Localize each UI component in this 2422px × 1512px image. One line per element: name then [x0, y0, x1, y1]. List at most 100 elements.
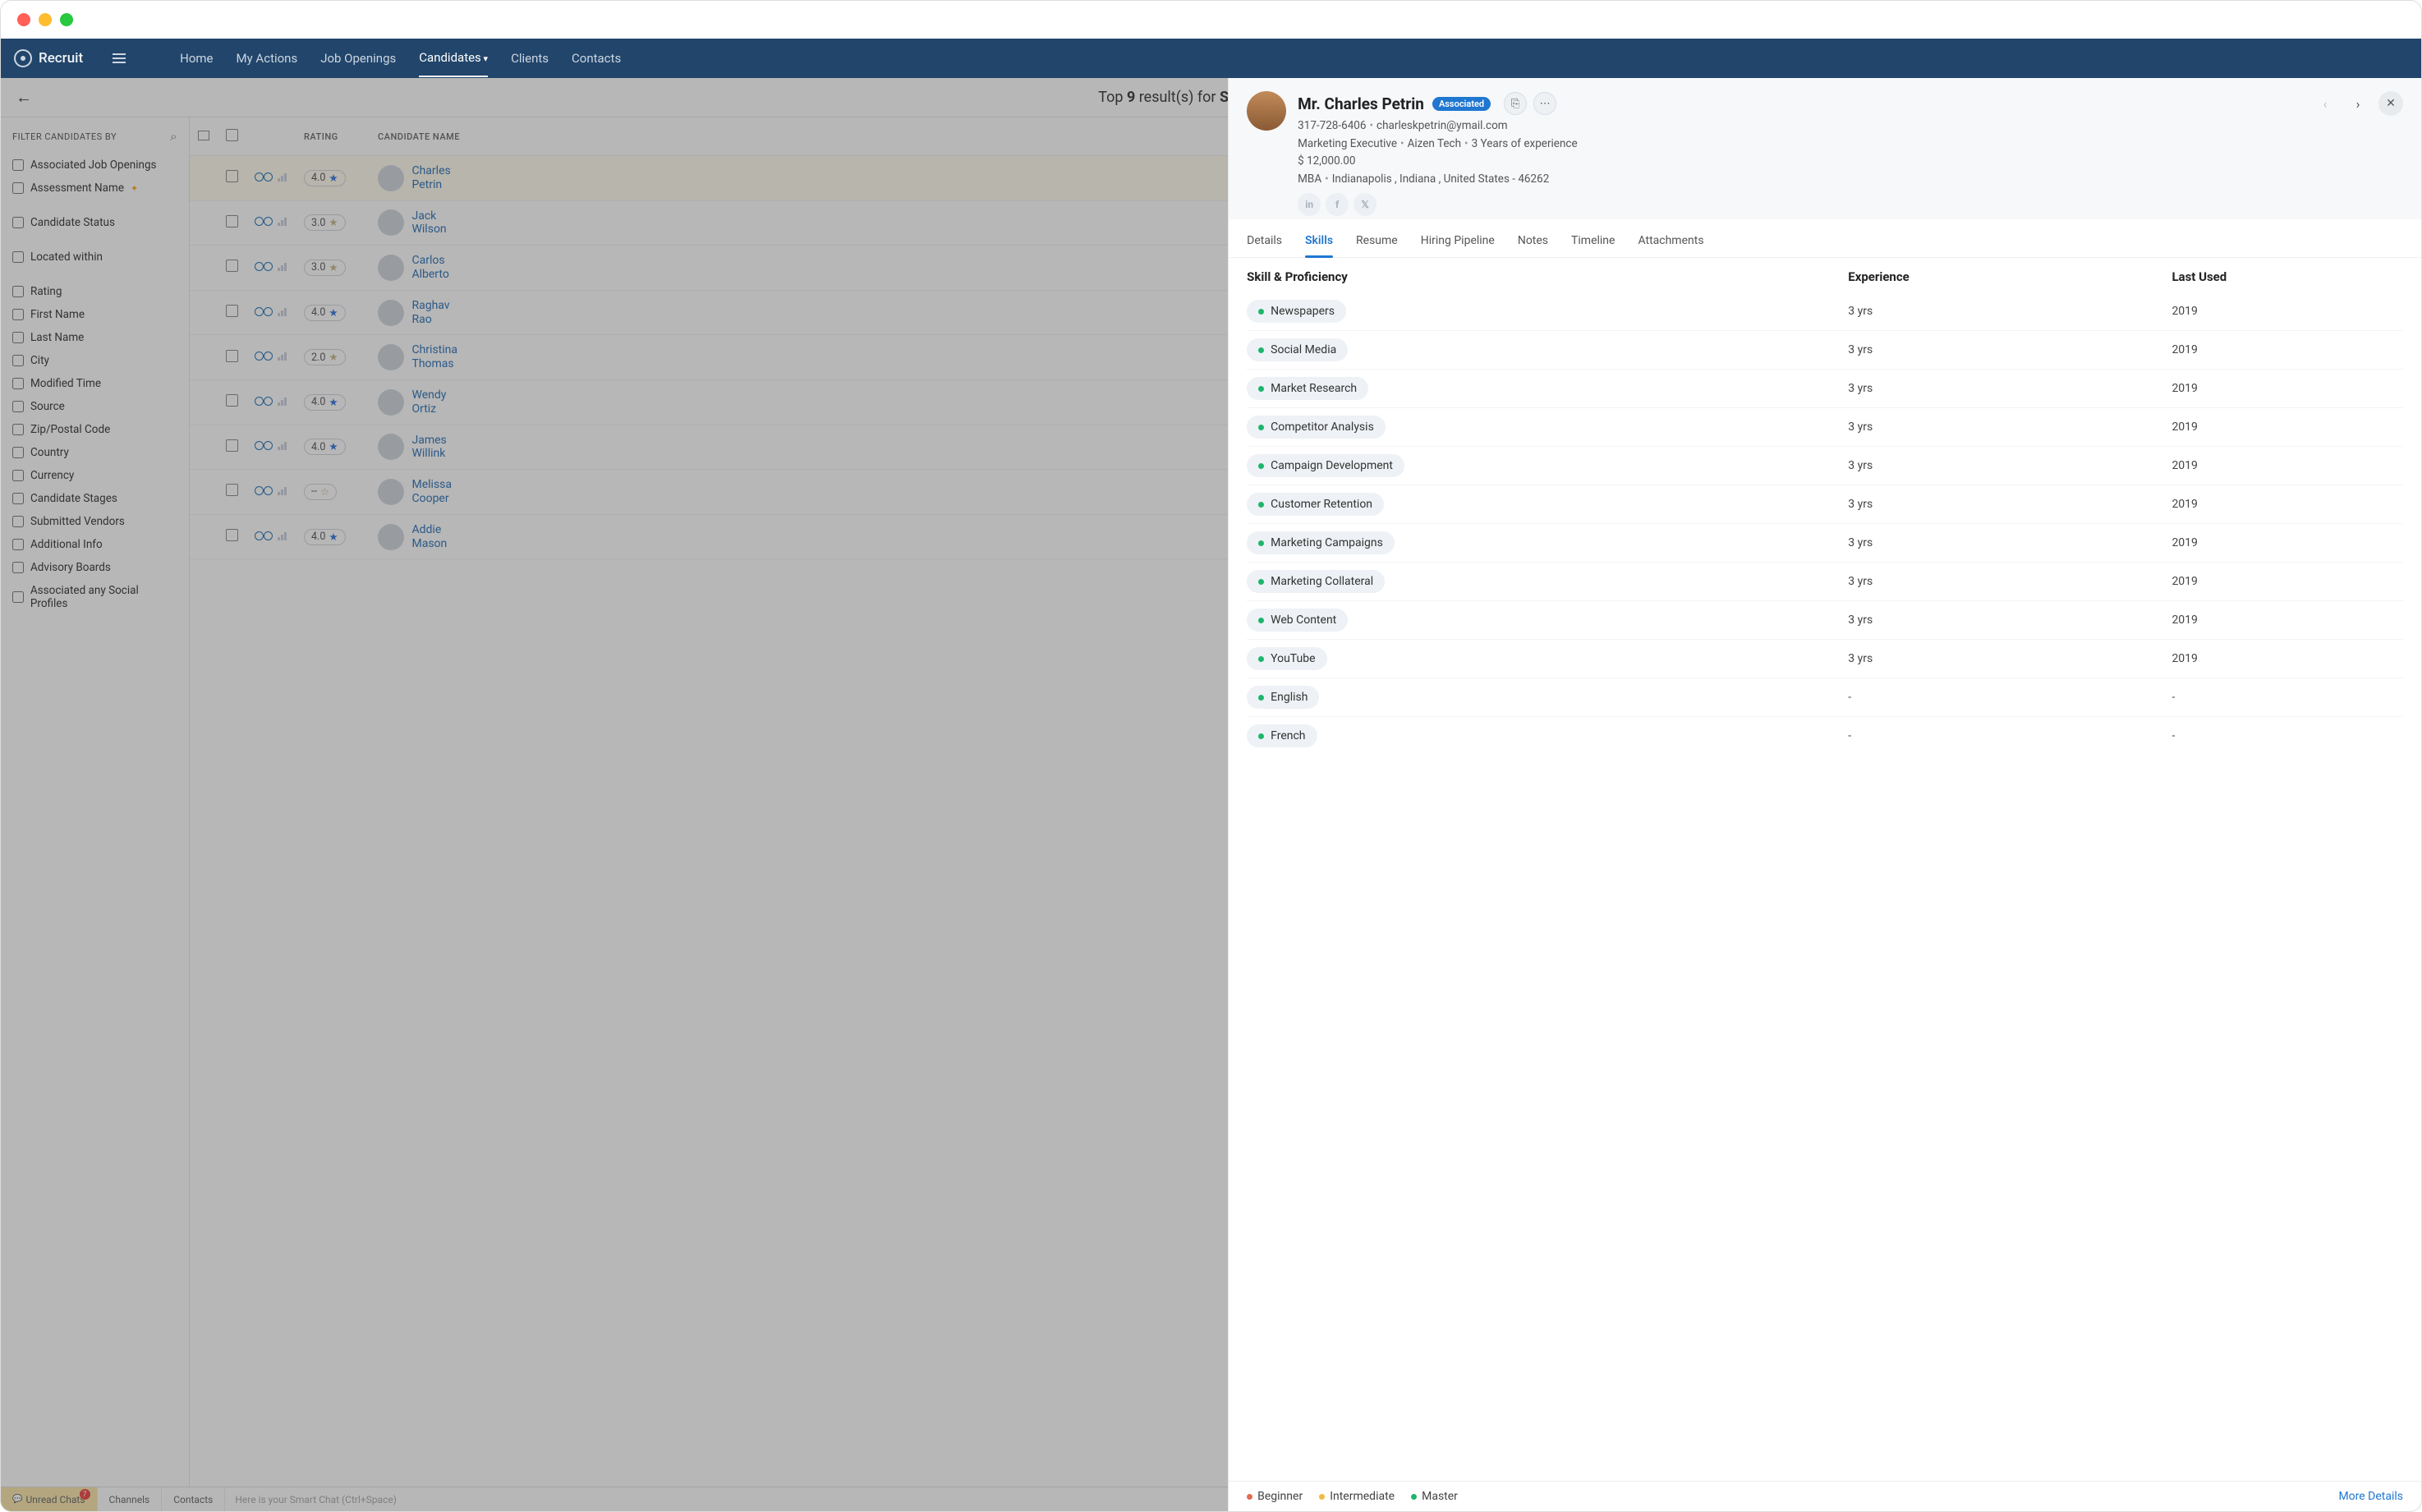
tab-resume[interactable]: Resume: [1356, 227, 1398, 257]
filter-checkbox[interactable]: [12, 286, 24, 297]
tab-notes[interactable]: Notes: [1518, 227, 1548, 257]
column-settings-icon[interactable]: [198, 131, 209, 140]
nav-candidates[interactable]: Candidates: [419, 39, 488, 77]
window-maximize-dot[interactable]: [60, 13, 73, 26]
row-checkbox[interactable]: [226, 484, 238, 496]
candidate-name-link[interactable]: ChristinaThomas: [411, 343, 457, 371]
glasses-icon[interactable]: [255, 396, 273, 406]
filter-item[interactable]: Currency: [12, 464, 177, 487]
nav-home[interactable]: Home: [180, 40, 213, 76]
col-rating[interactable]: RATING: [296, 117, 370, 156]
filter-checkbox[interactable]: [12, 591, 24, 603]
tab-details[interactable]: Details: [1247, 227, 1282, 257]
facebook-icon[interactable]: f: [1326, 193, 1349, 216]
row-checkbox[interactable]: [226, 394, 238, 407]
filter-item[interactable]: Associated any Social Profiles: [12, 579, 177, 615]
row-checkbox[interactable]: [226, 305, 238, 317]
filter-checkbox[interactable]: [12, 424, 24, 435]
skill-pill[interactable]: YouTube: [1247, 647, 1326, 670]
filter-search-icon[interactable]: ⌕: [170, 129, 177, 144]
filter-item[interactable]: Last Name: [12, 326, 177, 349]
filter-item[interactable]: Candidate Status: [12, 211, 177, 234]
filter-checkbox[interactable]: [12, 217, 24, 228]
glasses-icon[interactable]: [255, 261, 273, 271]
filter-checkbox[interactable]: [12, 516, 24, 527]
filter-item[interactable]: Associated Job Openings: [12, 154, 177, 177]
filter-item[interactable]: Rating: [12, 280, 177, 303]
filter-item[interactable]: Advisory Boards: [12, 556, 177, 579]
filter-checkbox[interactable]: [12, 159, 24, 171]
filter-checkbox[interactable]: [12, 182, 24, 194]
nav-contacts[interactable]: Contacts: [572, 40, 621, 76]
candidate-name-link[interactable]: RaghavRao: [411, 299, 449, 327]
glasses-icon[interactable]: [255, 531, 273, 540]
filter-item[interactable]: City: [12, 349, 177, 372]
candidate-name-link[interactable]: CharlesPetrin: [411, 164, 450, 192]
tab-timeline[interactable]: Timeline: [1571, 227, 1615, 257]
skill-pill[interactable]: Marketing Campaigns: [1247, 531, 1395, 554]
bottom-tab-channels[interactable]: Channels: [98, 1487, 163, 1511]
glasses-icon[interactable]: [255, 172, 273, 182]
filter-checkbox[interactable]: [12, 332, 24, 343]
quick-action-icon[interactable]: ⎘: [1504, 92, 1527, 115]
select-all-checkbox[interactable]: [226, 129, 238, 141]
filter-item[interactable]: First Name: [12, 303, 177, 326]
filter-checkbox[interactable]: [12, 562, 24, 573]
filter-checkbox[interactable]: [12, 309, 24, 320]
filter-checkbox[interactable]: [12, 470, 24, 481]
candidate-name-link[interactable]: WendyOrtiz: [411, 388, 446, 416]
skill-pill[interactable]: Web Content: [1247, 609, 1348, 632]
skill-pill[interactable]: English: [1247, 686, 1319, 709]
back-arrow-icon[interactable]: ←: [16, 87, 32, 108]
filter-checkbox[interactable]: [12, 251, 24, 263]
candidate-name-link[interactable]: CarlosAlberto: [411, 254, 448, 282]
glasses-icon[interactable]: [255, 216, 273, 226]
filter-checkbox[interactable]: [12, 493, 24, 504]
filter-item[interactable]: Country: [12, 441, 177, 464]
filter-checkbox[interactable]: [12, 539, 24, 550]
row-checkbox[interactable]: [226, 170, 238, 182]
skill-pill[interactable]: Social Media: [1247, 338, 1348, 361]
bottom-tab-contacts[interactable]: Contacts: [162, 1487, 225, 1511]
glasses-icon[interactable]: [255, 306, 273, 316]
tab-attachments[interactable]: Attachments: [1638, 227, 1703, 257]
skill-pill[interactable]: Competitor Analysis: [1247, 416, 1386, 439]
row-checkbox[interactable]: [226, 260, 238, 272]
candidate-name-link[interactable]: MelissaCooper: [411, 478, 452, 506]
filter-item[interactable]: Candidate Stages: [12, 487, 177, 510]
row-checkbox[interactable]: [226, 439, 238, 452]
bottom-tab-unread-chats[interactable]: 💬 Unread Chats 7: [1, 1487, 98, 1511]
glasses-icon[interactable]: [255, 485, 273, 495]
filter-item[interactable]: Source: [12, 395, 177, 418]
more-actions-icon[interactable]: ⋯: [1533, 92, 1556, 115]
filter-item[interactable]: Modified Time: [12, 372, 177, 395]
prev-candidate-icon[interactable]: ‹: [2313, 91, 2337, 116]
row-checkbox[interactable]: [226, 529, 238, 541]
close-panel-icon[interactable]: ✕: [2378, 91, 2403, 116]
candidate-name-link[interactable]: AddieMason: [411, 523, 447, 551]
hamburger-icon[interactable]: [113, 53, 126, 63]
more-details-link[interactable]: More Details: [2338, 1490, 2403, 1503]
candidate-name-link[interactable]: JamesWillink: [411, 434, 446, 462]
window-minimize-dot[interactable]: [39, 13, 52, 26]
nav-clients[interactable]: Clients: [511, 40, 549, 76]
row-checkbox[interactable]: [226, 350, 238, 362]
glasses-icon[interactable]: [255, 351, 273, 361]
filter-item[interactable]: Zip/Postal Code: [12, 418, 177, 441]
tab-hiring-pipeline[interactable]: Hiring Pipeline: [1421, 227, 1495, 257]
filter-item[interactable]: Located within: [12, 246, 177, 269]
glasses-icon[interactable]: [255, 440, 273, 450]
skill-pill[interactable]: Customer Retention: [1247, 493, 1384, 516]
row-checkbox[interactable]: [226, 215, 238, 227]
filter-item[interactable]: Additional Info: [12, 533, 177, 556]
skill-pill[interactable]: Market Research: [1247, 377, 1368, 400]
skill-pill[interactable]: French: [1247, 724, 1317, 747]
filter-checkbox[interactable]: [12, 355, 24, 366]
filter-checkbox[interactable]: [12, 401, 24, 412]
skill-pill[interactable]: Campaign Development: [1247, 454, 1404, 477]
twitter-icon[interactable]: 𝕏: [1353, 193, 1376, 216]
filter-checkbox[interactable]: [12, 378, 24, 389]
filter-checkbox[interactable]: [12, 447, 24, 458]
skill-pill[interactable]: Newspapers: [1247, 300, 1346, 323]
filter-item[interactable]: Assessment Name ✦: [12, 177, 177, 200]
